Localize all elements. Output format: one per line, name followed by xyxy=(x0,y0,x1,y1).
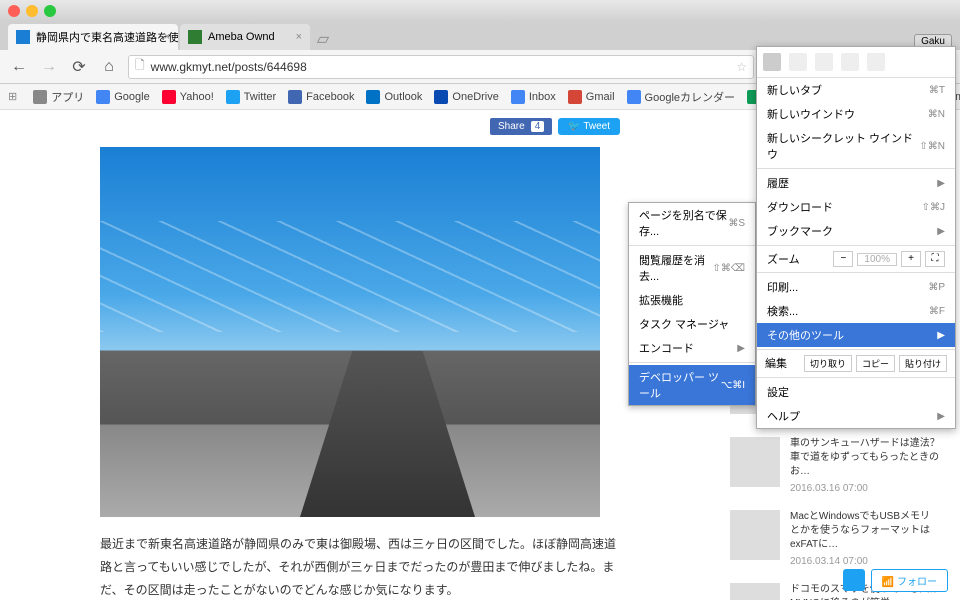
thumbnail xyxy=(730,437,780,487)
bookmark-item[interactable]: Google xyxy=(96,90,149,104)
bookmark-item[interactable]: アプリ xyxy=(33,89,84,105)
bookmark-item[interactable]: Inbox xyxy=(511,90,556,104)
paste-button[interactable]: 貼り付け xyxy=(899,355,947,372)
menu-item-more-tools[interactable]: その他のツール▶ xyxy=(757,323,955,347)
menu-item-encoding[interactable]: エンコード▶ xyxy=(629,336,755,360)
post-date: 2016.03.16 07:00 xyxy=(790,482,940,496)
menu-item-settings[interactable]: 設定 xyxy=(757,380,955,404)
sidebar-post-item[interactable]: MacとWindowsでもUSBメモリとかを使うならフォーマットはexFATに…… xyxy=(730,510,940,569)
reload-button[interactable]: ⟳ xyxy=(68,56,90,78)
zoom-in-button[interactable]: + xyxy=(901,251,921,267)
thumbnail xyxy=(730,510,780,560)
app-icon[interactable] xyxy=(867,53,885,71)
url-text: www.gkmyt.net/posts/644698 xyxy=(151,60,307,74)
forward-button[interactable]: → xyxy=(38,56,60,78)
bookmark-item[interactable]: Googleカレンダー xyxy=(627,89,735,105)
menu-zoom-row: ズーム − 100% + ⛶ xyxy=(757,248,955,270)
menu-item-bookmarks[interactable]: ブックマーク▶ xyxy=(757,219,955,243)
menu-app-row xyxy=(757,47,955,78)
sidebar-post-item[interactable]: 車のサンキューハザードは違法？車で道をゆずってもらったときのお… 2016.03.… xyxy=(730,437,940,496)
post-title: MacとWindowsでもUSBメモリとかを使うならフォーマットはexFATに… xyxy=(790,510,940,552)
cut-button[interactable]: 切り取り xyxy=(804,355,852,372)
zoom-value: 100% xyxy=(857,253,897,266)
fullscreen-button[interactable]: ⛶ xyxy=(925,251,945,267)
close-tab-icon[interactable]: × xyxy=(164,31,170,43)
paragraph: 最近まで新東名高速道路が静岡県のみで東は御殿場、西は三ヶ日の区間でした。ほぼ静岡… xyxy=(100,533,620,600)
bookmark-item[interactable]: Gmail xyxy=(568,90,615,104)
close-tab-icon[interactable]: × xyxy=(296,31,302,43)
app-icon[interactable] xyxy=(763,53,781,71)
menu-item-incognito[interactable]: 新しいシークレット ウインドウ⇧⌘N xyxy=(757,126,955,166)
bookmark-item[interactable]: Outlook xyxy=(366,90,422,104)
article-body: 最近まで新東名高速道路が静岡県のみで東は御殿場、西は三ヶ日の区間でした。ほぼ静岡… xyxy=(100,533,620,600)
back-button[interactable]: ← xyxy=(8,56,30,78)
bookmark-item[interactable]: OneDrive xyxy=(434,90,498,104)
menu-item-extensions[interactable]: 拡張機能 xyxy=(629,288,755,312)
menu-item-history[interactable]: 履歴▶ xyxy=(757,171,955,195)
site-info-icon[interactable]: 🗋 xyxy=(135,56,145,77)
menu-item-developer-tools[interactable]: デベロッパー ツール⌥⌘I xyxy=(629,365,755,405)
menu-item-print[interactable]: 印刷...⌘P xyxy=(757,275,955,299)
menu-item-help[interactable]: ヘルプ▶ xyxy=(757,404,955,428)
menu-item-downloads[interactable]: ダウンロード⇧⌘J xyxy=(757,195,955,219)
menu-item-save-as[interactable]: ページを別名で保存...⌘S xyxy=(629,203,755,243)
app-icon[interactable] xyxy=(815,53,833,71)
menu-edit-row: 編集 切り取り コピー 貼り付け xyxy=(757,352,955,375)
menu-item-find[interactable]: 検索...⌘F xyxy=(757,299,955,323)
menu-item-clear-history[interactable]: 閲覧履歴を消去...⇧⌘⌫ xyxy=(629,248,755,288)
bookmark-item[interactable]: Facebook xyxy=(288,90,354,104)
maximize-window[interactable] xyxy=(44,5,56,17)
bookmark-item[interactable]: Yahoo! xyxy=(162,90,214,104)
app-icon[interactable] xyxy=(841,53,859,71)
menu-item-new-tab[interactable]: 新しいタブ⌘T xyxy=(757,78,955,102)
copy-button[interactable]: コピー xyxy=(856,355,895,372)
share-buttons: Share4 🐦 Tweet xyxy=(100,118,620,135)
home-button[interactable]: ⌂ xyxy=(98,56,120,78)
menu-item-task-manager[interactable]: タスク マネージャ xyxy=(629,312,755,336)
menu-item-new-window[interactable]: 新しいウインドウ⌘N xyxy=(757,102,955,126)
minimize-window[interactable] xyxy=(26,5,38,17)
address-bar[interactable]: 🗋 www.gkmyt.net/posts/644698 ☆ xyxy=(128,55,754,79)
thumbnail xyxy=(730,583,780,600)
help-button[interactable] xyxy=(843,569,865,591)
titlebar xyxy=(0,0,960,22)
main-column: Share4 🐦 Tweet 最近まで新東名高速道路が静岡県のみで東は御殿場、西… xyxy=(100,110,620,600)
follow-bar: 📶 フォロー xyxy=(843,569,948,592)
browser-tab[interactable]: Ameba Ownd× xyxy=(180,24,310,50)
new-tab-button[interactable]: ▱ xyxy=(312,28,334,50)
facebook-share-button[interactable]: Share4 xyxy=(490,118,552,135)
follow-button[interactable]: 📶 フォロー xyxy=(871,569,948,592)
bookmark-item[interactable]: Twitter xyxy=(226,90,276,104)
more-tools-submenu: ページを別名で保存...⌘S 閲覧履歴を消去...⇧⌘⌫ 拡張機能 タスク マネ… xyxy=(628,202,756,406)
post-title: 車のサンキューハザードは違法？車で道をゆずってもらったときのお… xyxy=(790,437,940,479)
post-date: 2016.03.14 07:00 xyxy=(790,555,940,569)
bookmark-star-icon[interactable]: ☆ xyxy=(736,60,747,74)
browser-tab-active[interactable]: 静岡県内で東名高速道路を使う× xyxy=(8,24,178,50)
chrome-menu: 新しいタブ⌘T 新しいウインドウ⌘N 新しいシークレット ウインドウ⇧⌘N 履歴… xyxy=(756,46,956,429)
zoom-out-button[interactable]: − xyxy=(833,251,853,267)
app-icon[interactable] xyxy=(789,53,807,71)
close-window[interactable] xyxy=(8,5,20,17)
twitter-tweet-button[interactable]: 🐦 Tweet xyxy=(558,118,620,135)
hero-image xyxy=(100,147,600,517)
